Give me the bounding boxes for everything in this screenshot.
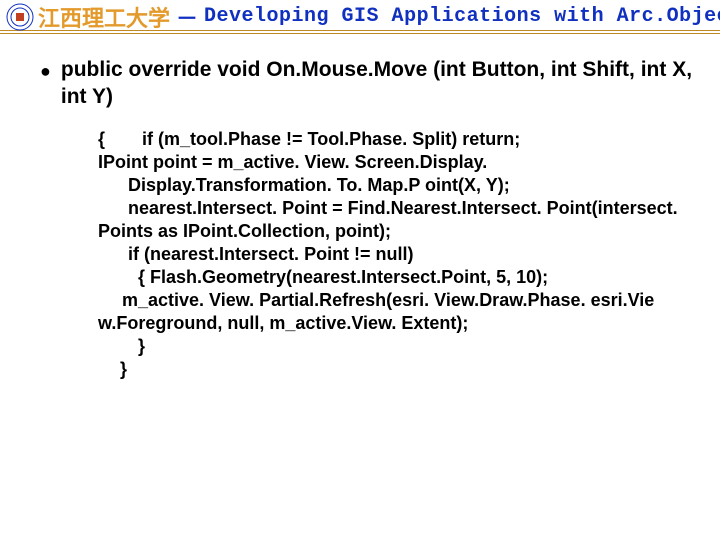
course-title: Developing GIS Applications with Arc.Obj…: [204, 5, 720, 28]
code-line: if (nearest.Intersect. Point != null): [98, 243, 688, 266]
header-inner: 江西理工大学 － Developing GIS Applications wit…: [0, 3, 720, 30]
code-line: m_active. View. Partial.Refresh(esri. Vi…: [98, 289, 688, 335]
open-brace: {: [98, 128, 142, 151]
method-signature: public override void On.Mouse.Move (int …: [61, 56, 700, 110]
bullet-icon: ●: [40, 58, 51, 84]
university-name: 江西理工大学: [38, 1, 170, 33]
code-line: nearest.Intersect. Point = Find.Nearest.…: [98, 197, 688, 243]
code-line: { Flash.Geometry(nearest.Intersect.Point…: [98, 266, 688, 289]
university-logo-icon: [6, 3, 34, 31]
code-body: {if (m_tool.Phase != Tool.Phase. Split) …: [98, 128, 688, 381]
code-line: }: [98, 335, 688, 358]
code-line: {if (m_tool.Phase != Tool.Phase. Split) …: [98, 128, 688, 151]
code-line: }: [98, 358, 688, 381]
code-text: if (m_tool.Phase != Tool.Phase. Split) r…: [142, 129, 520, 149]
slide-content: ● public override void On.Mouse.Move (in…: [0, 34, 720, 381]
bullet-item: ● public override void On.Mouse.Move (in…: [40, 56, 700, 110]
slide-header: 江西理工大学 － Developing GIS Applications wit…: [0, 0, 720, 34]
code-line: IPoint point = m_active. View. Screen.Di…: [98, 151, 688, 197]
title-separator: －: [176, 1, 198, 33]
